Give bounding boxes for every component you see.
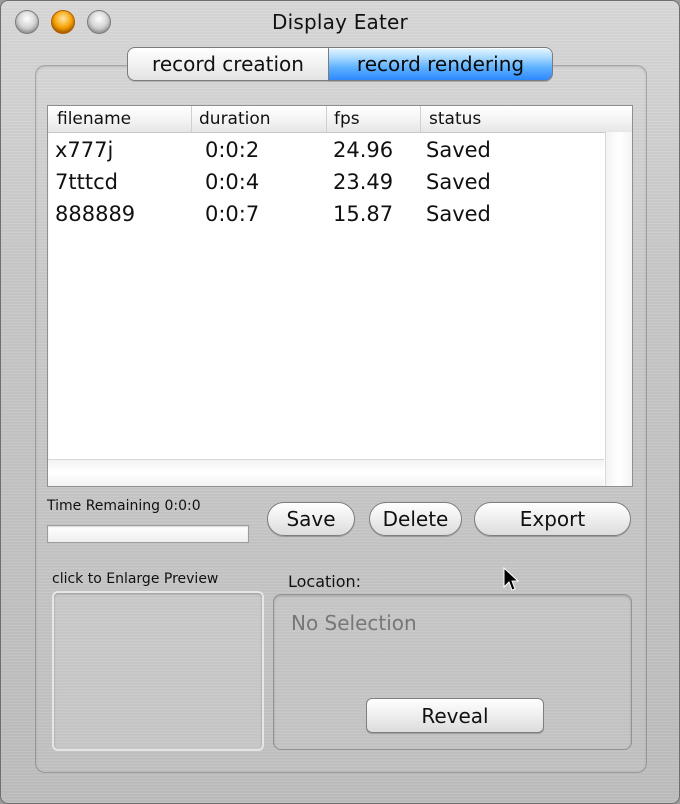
column-divider[interactable] <box>420 106 421 132</box>
column-divider[interactable] <box>191 106 192 132</box>
table-header: filename duration fps status <box>48 106 632 133</box>
title-bar: Display Eater <box>1 1 679 41</box>
column-divider[interactable] <box>326 106 327 132</box>
cell-fps: 24.96 <box>333 138 394 162</box>
cell-duration: 0:0:4 <box>205 170 260 194</box>
cell-filename: 888889 <box>55 202 136 226</box>
cell-duration: 0:0:2 <box>205 138 260 162</box>
cell-status: Saved <box>426 170 491 194</box>
cell-status: Saved <box>426 202 491 226</box>
vertical-scrollbar[interactable] <box>605 132 632 486</box>
window-title: Display Eater <box>272 10 408 34</box>
cell-status: Saved <box>426 138 491 162</box>
segmented-tabs: record creation record rendering <box>127 47 553 81</box>
location-value: No Selection <box>291 611 417 635</box>
location-label: Location: <box>288 572 362 591</box>
reveal-button[interactable]: Reveal <box>366 698 544 733</box>
table-row[interactable]: x777j 0:0:2 24.96 Saved <box>48 134 604 166</box>
table-row[interactable]: 888889 0:0:7 15.87 Saved <box>48 198 604 230</box>
mouse-pointer-icon <box>503 567 519 591</box>
delete-button[interactable]: Delete <box>369 502 462 536</box>
horizontal-scrollbar[interactable] <box>48 459 604 486</box>
table-body: x777j 0:0:2 24.96 Saved 7tttcd 0:0:4 23.… <box>48 134 604 460</box>
export-button[interactable]: Export <box>474 502 631 536</box>
column-header-fps[interactable]: fps <box>334 109 360 129</box>
time-remaining-progress <box>47 525 249 543</box>
preview-label: click to Enlarge Preview <box>52 571 219 587</box>
cell-fps: 23.49 <box>333 170 394 194</box>
cell-fps: 15.87 <box>333 202 394 226</box>
column-header-status[interactable]: status <box>429 109 481 129</box>
preview-thumbnail[interactable] <box>52 591 264 751</box>
table-row[interactable]: 7tttcd 0:0:4 23.49 Saved <box>48 166 604 198</box>
tab-record-creation[interactable]: record creation <box>127 47 329 81</box>
cell-filename: 7tttcd <box>55 170 118 194</box>
cell-filename: x777j <box>55 138 114 162</box>
recordings-table[interactable]: filename duration fps status x777j 0:0:2… <box>47 105 633 487</box>
time-remaining-label: Time Remaining 0:0:0 <box>47 498 201 514</box>
column-header-duration[interactable]: duration <box>199 109 271 129</box>
column-header-filename[interactable]: filename <box>57 109 131 129</box>
tab-record-rendering[interactable]: record rendering <box>329 47 553 81</box>
save-button[interactable]: Save <box>267 502 355 536</box>
cell-duration: 0:0:7 <box>205 202 260 226</box>
app-window: Display Eater record creation record ren… <box>0 0 680 804</box>
